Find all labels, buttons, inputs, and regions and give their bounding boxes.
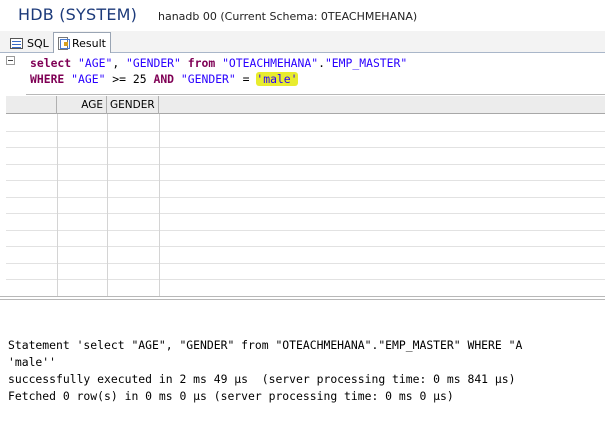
grid-column-line xyxy=(159,114,160,296)
identifier-gender: "GENDER" xyxy=(126,56,181,70)
console-line: Statement 'select "AGE", "GENDER" from "… xyxy=(8,338,523,352)
grid-row-line xyxy=(6,197,605,198)
identifier-table: "EMP_MASTER" xyxy=(324,56,408,70)
grid-row-line xyxy=(6,213,605,214)
grid-header: AGE GENDER xyxy=(6,96,605,114)
code-line-2: WHERE "AGE" >= 25 AND "GENDER" = 'male' xyxy=(30,72,298,86)
operator-eq: = xyxy=(235,72,257,86)
console-line: Fetched 0 row(s) in 0 ms 0 µs (server pr… xyxy=(8,389,454,403)
tab-result-label: Result xyxy=(72,36,106,50)
grid-row-line xyxy=(6,180,605,181)
keyword-and: AND xyxy=(153,72,175,86)
console-line: successfully executed in 2 ms 49 µs (ser… xyxy=(8,372,516,386)
dot-separator: . xyxy=(318,56,325,70)
identifier-gender-where: "GENDER" xyxy=(180,72,236,86)
comma-separator: , xyxy=(112,56,127,70)
collapse-icon[interactable] xyxy=(6,56,15,65)
grid-row-line xyxy=(6,246,605,247)
sql-editor[interactable]: select "AGE", "GENDER" from "OTEACHMEHAN… xyxy=(0,53,605,95)
operator-gte: >= 25 xyxy=(105,72,154,86)
editor-gutter xyxy=(0,53,26,95)
connection-title: HDB (SYSTEM) xyxy=(18,5,138,24)
result-grid[interactable]: AGE GENDER xyxy=(6,96,605,297)
grid-row-line xyxy=(6,131,605,132)
keyword-from: from xyxy=(187,56,216,70)
grid-row-line xyxy=(6,230,605,231)
string-literal-male: 'male' xyxy=(256,72,298,86)
result-icon xyxy=(58,36,70,50)
console-line: 'male'' xyxy=(8,355,57,369)
grid-row-line xyxy=(6,147,605,148)
grid-row-line xyxy=(6,263,605,264)
output-console: Statement 'select "AGE", "GENDER" from "… xyxy=(0,300,605,430)
grid-body[interactable] xyxy=(6,114,605,297)
column-header-age[interactable]: AGE xyxy=(57,96,107,114)
sql-editor-icon xyxy=(10,37,23,49)
grid-column-line xyxy=(57,114,58,296)
editor-header: HDB (SYSTEM) hanadb 00 (Current Schema: … xyxy=(0,0,605,31)
keyword-select: select xyxy=(30,56,72,70)
tab-result[interactable]: Result xyxy=(53,32,111,54)
keyword-where: WHERE xyxy=(30,72,65,86)
identifier-age-where: "AGE" xyxy=(71,72,106,86)
tab-sql-label: SQL xyxy=(27,36,49,50)
column-header-gender[interactable]: GENDER xyxy=(107,96,159,114)
identifier-schema: "OTEACHMEHANA" xyxy=(222,56,319,70)
connection-subtitle: hanadb 00 (Current Schema: 0TEACHMEHANA) xyxy=(158,10,418,23)
tab-sql[interactable]: SQL xyxy=(6,33,53,53)
grid-column-line xyxy=(107,114,108,296)
grid-row-line xyxy=(6,164,605,165)
editor-tab-bar: SQL Result xyxy=(0,31,605,54)
row-header-column xyxy=(6,96,57,114)
identifier-age: "AGE" xyxy=(78,56,113,70)
grid-row-line xyxy=(6,279,605,280)
code-line-1: select "AGE", "GENDER" from "OTEACHMEHAN… xyxy=(30,56,407,70)
